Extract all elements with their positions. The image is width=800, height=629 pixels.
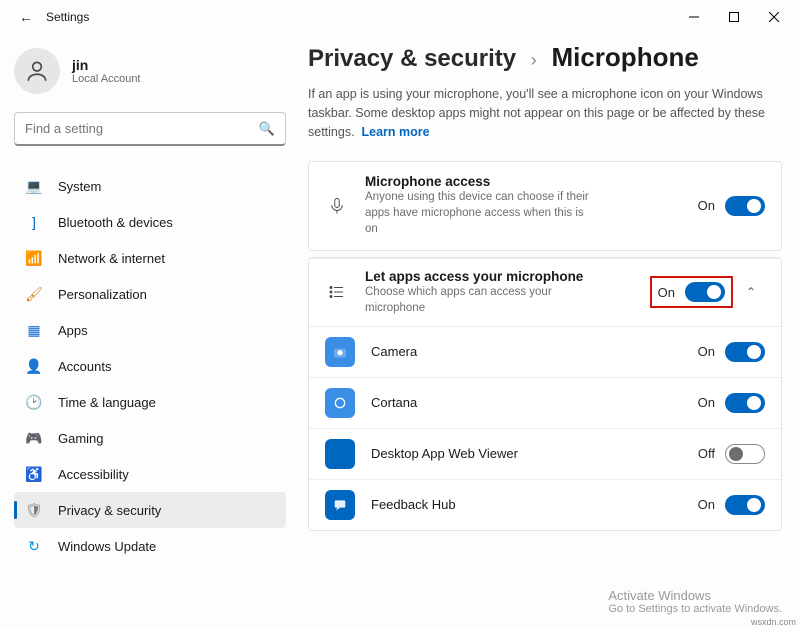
app-toggle[interactable]	[725, 393, 765, 413]
sidebar-item-network[interactable]: 📶 Network & internet	[14, 240, 286, 276]
accessibility-icon: ♿	[24, 464, 44, 484]
app-toggle[interactable]	[725, 495, 765, 515]
apps-access-toggle[interactable]	[685, 282, 725, 302]
sidebar-item-personalization[interactable]: 🖌 Personalization	[14, 276, 286, 312]
user-name: jin	[72, 57, 141, 73]
toggle-state-label: Off	[698, 446, 715, 461]
learn-more-link[interactable]: Learn more	[362, 125, 430, 139]
sidebar-item-label: System	[58, 179, 101, 194]
sidebar-item-accessibility[interactable]: ♿ Accessibility	[14, 456, 286, 492]
back-button[interactable]: ←	[12, 9, 40, 25]
wifi-icon: 📶	[24, 248, 44, 268]
source-tag: wsxdn.com	[751, 617, 796, 627]
chevron-up-icon[interactable]: ⌃	[737, 285, 765, 299]
sidebar-item-label: Network & internet	[58, 251, 165, 266]
sidebar: jin Local Account 🔍 💻 System ] Bluetooth &…	[0, 34, 300, 629]
clock-icon: 🕑	[24, 392, 44, 412]
sidebar-item-label: Windows Update	[58, 539, 156, 554]
nav-list: 💻 System ] Bluetooth & devices 📶 Network & …	[14, 168, 286, 564]
sidebar-item-label: Accessibility	[58, 467, 129, 482]
app-icon	[325, 490, 355, 520]
app-row: CameraOn	[309, 326, 781, 377]
highlighted-toggle-region: On	[650, 276, 733, 308]
chevron-right-icon: ›	[531, 50, 537, 70]
bluetooth-icon: ]	[24, 212, 44, 232]
sidebar-item-label: Privacy & security	[58, 503, 161, 518]
sidebar-item-gaming[interactable]: 🎮 Gaming	[14, 420, 286, 456]
user-type: Local Account	[72, 73, 141, 85]
app-icon	[325, 388, 355, 418]
microphone-icon	[325, 197, 349, 215]
app-toggle[interactable]	[725, 444, 765, 464]
user-account-row[interactable]: jin Local Account	[14, 48, 286, 94]
list-icon	[325, 283, 349, 301]
sidebar-item-label: Time & language	[58, 395, 156, 410]
breadcrumb: Privacy & security › Microphone	[308, 42, 782, 73]
apps-access-card: Let apps access your microphone Choose w…	[308, 257, 782, 531]
card-title: Microphone access	[365, 174, 698, 189]
app-row: CortanaOn	[309, 377, 781, 428]
system-icon: 💻	[24, 176, 44, 196]
toggle-state-label: On	[698, 198, 715, 213]
app-icon	[325, 337, 355, 367]
maximize-button[interactable]	[714, 2, 754, 32]
app-name: Camera	[371, 344, 698, 359]
page-title: Microphone	[551, 42, 698, 72]
card-subtitle: Choose which apps can access your microp…	[365, 284, 595, 316]
card-subtitle: Anyone using this device can choose if t…	[365, 189, 595, 237]
brush-icon: 🖌	[24, 284, 44, 304]
microphone-access-card: Microphone access Anyone using this devi…	[308, 161, 782, 250]
window-title: Settings	[46, 10, 89, 24]
toggle-state-label: On	[698, 497, 715, 512]
search-input-container[interactable]: 🔍	[14, 112, 286, 146]
gamepad-icon: 🎮	[24, 428, 44, 448]
update-icon: ↻	[24, 536, 44, 556]
sidebar-item-label: Accounts	[58, 359, 111, 374]
sidebar-item-time[interactable]: 🕑 Time & language	[14, 384, 286, 420]
microphone-access-toggle[interactable]	[725, 196, 765, 216]
search-input[interactable]	[25, 121, 259, 136]
sidebar-item-privacy[interactable]: 🛡 Privacy & security	[14, 492, 286, 528]
app-row: Feedback HubOn	[309, 479, 781, 530]
person-icon: 👤	[24, 356, 44, 376]
sidebar-item-bluetooth[interactable]: ] Bluetooth & devices	[14, 204, 286, 240]
sidebar-item-label: Gaming	[58, 431, 104, 446]
apps-icon: ▦	[24, 320, 44, 340]
breadcrumb-parent[interactable]: Privacy & security	[308, 45, 516, 72]
app-row: Desktop App Web ViewerOff	[309, 428, 781, 479]
close-button[interactable]	[754, 2, 794, 32]
app-name: Feedback Hub	[371, 497, 698, 512]
minimize-button[interactable]	[674, 2, 714, 32]
sidebar-item-apps[interactable]: ▦ Apps	[14, 312, 286, 348]
sidebar-item-label: Personalization	[58, 287, 147, 302]
sidebar-item-accounts[interactable]: 👤 Accounts	[14, 348, 286, 384]
toggle-state-label: On	[698, 395, 715, 410]
search-icon: 🔍	[259, 121, 275, 137]
main-pane: Privacy & security › Microphone If an ap…	[300, 34, 800, 629]
sidebar-item-system[interactable]: 💻 System	[14, 168, 286, 204]
card-title: Let apps access your microphone	[365, 269, 650, 284]
toggle-state-label: On	[698, 344, 715, 359]
app-icon	[325, 439, 355, 469]
toggle-state-label: On	[658, 285, 675, 300]
sidebar-item-label: Apps	[58, 323, 88, 338]
sidebar-item-label: Bluetooth & devices	[58, 215, 173, 230]
app-name: Desktop App Web Viewer	[371, 446, 698, 461]
app-name: Cortana	[371, 395, 698, 410]
app-toggle[interactable]	[725, 342, 765, 362]
avatar	[14, 48, 60, 94]
page-description: If an app is using your microphone, you'…	[308, 85, 768, 141]
sidebar-item-update[interactable]: ↻ Windows Update	[14, 528, 286, 564]
shield-icon: 🛡	[24, 500, 44, 520]
